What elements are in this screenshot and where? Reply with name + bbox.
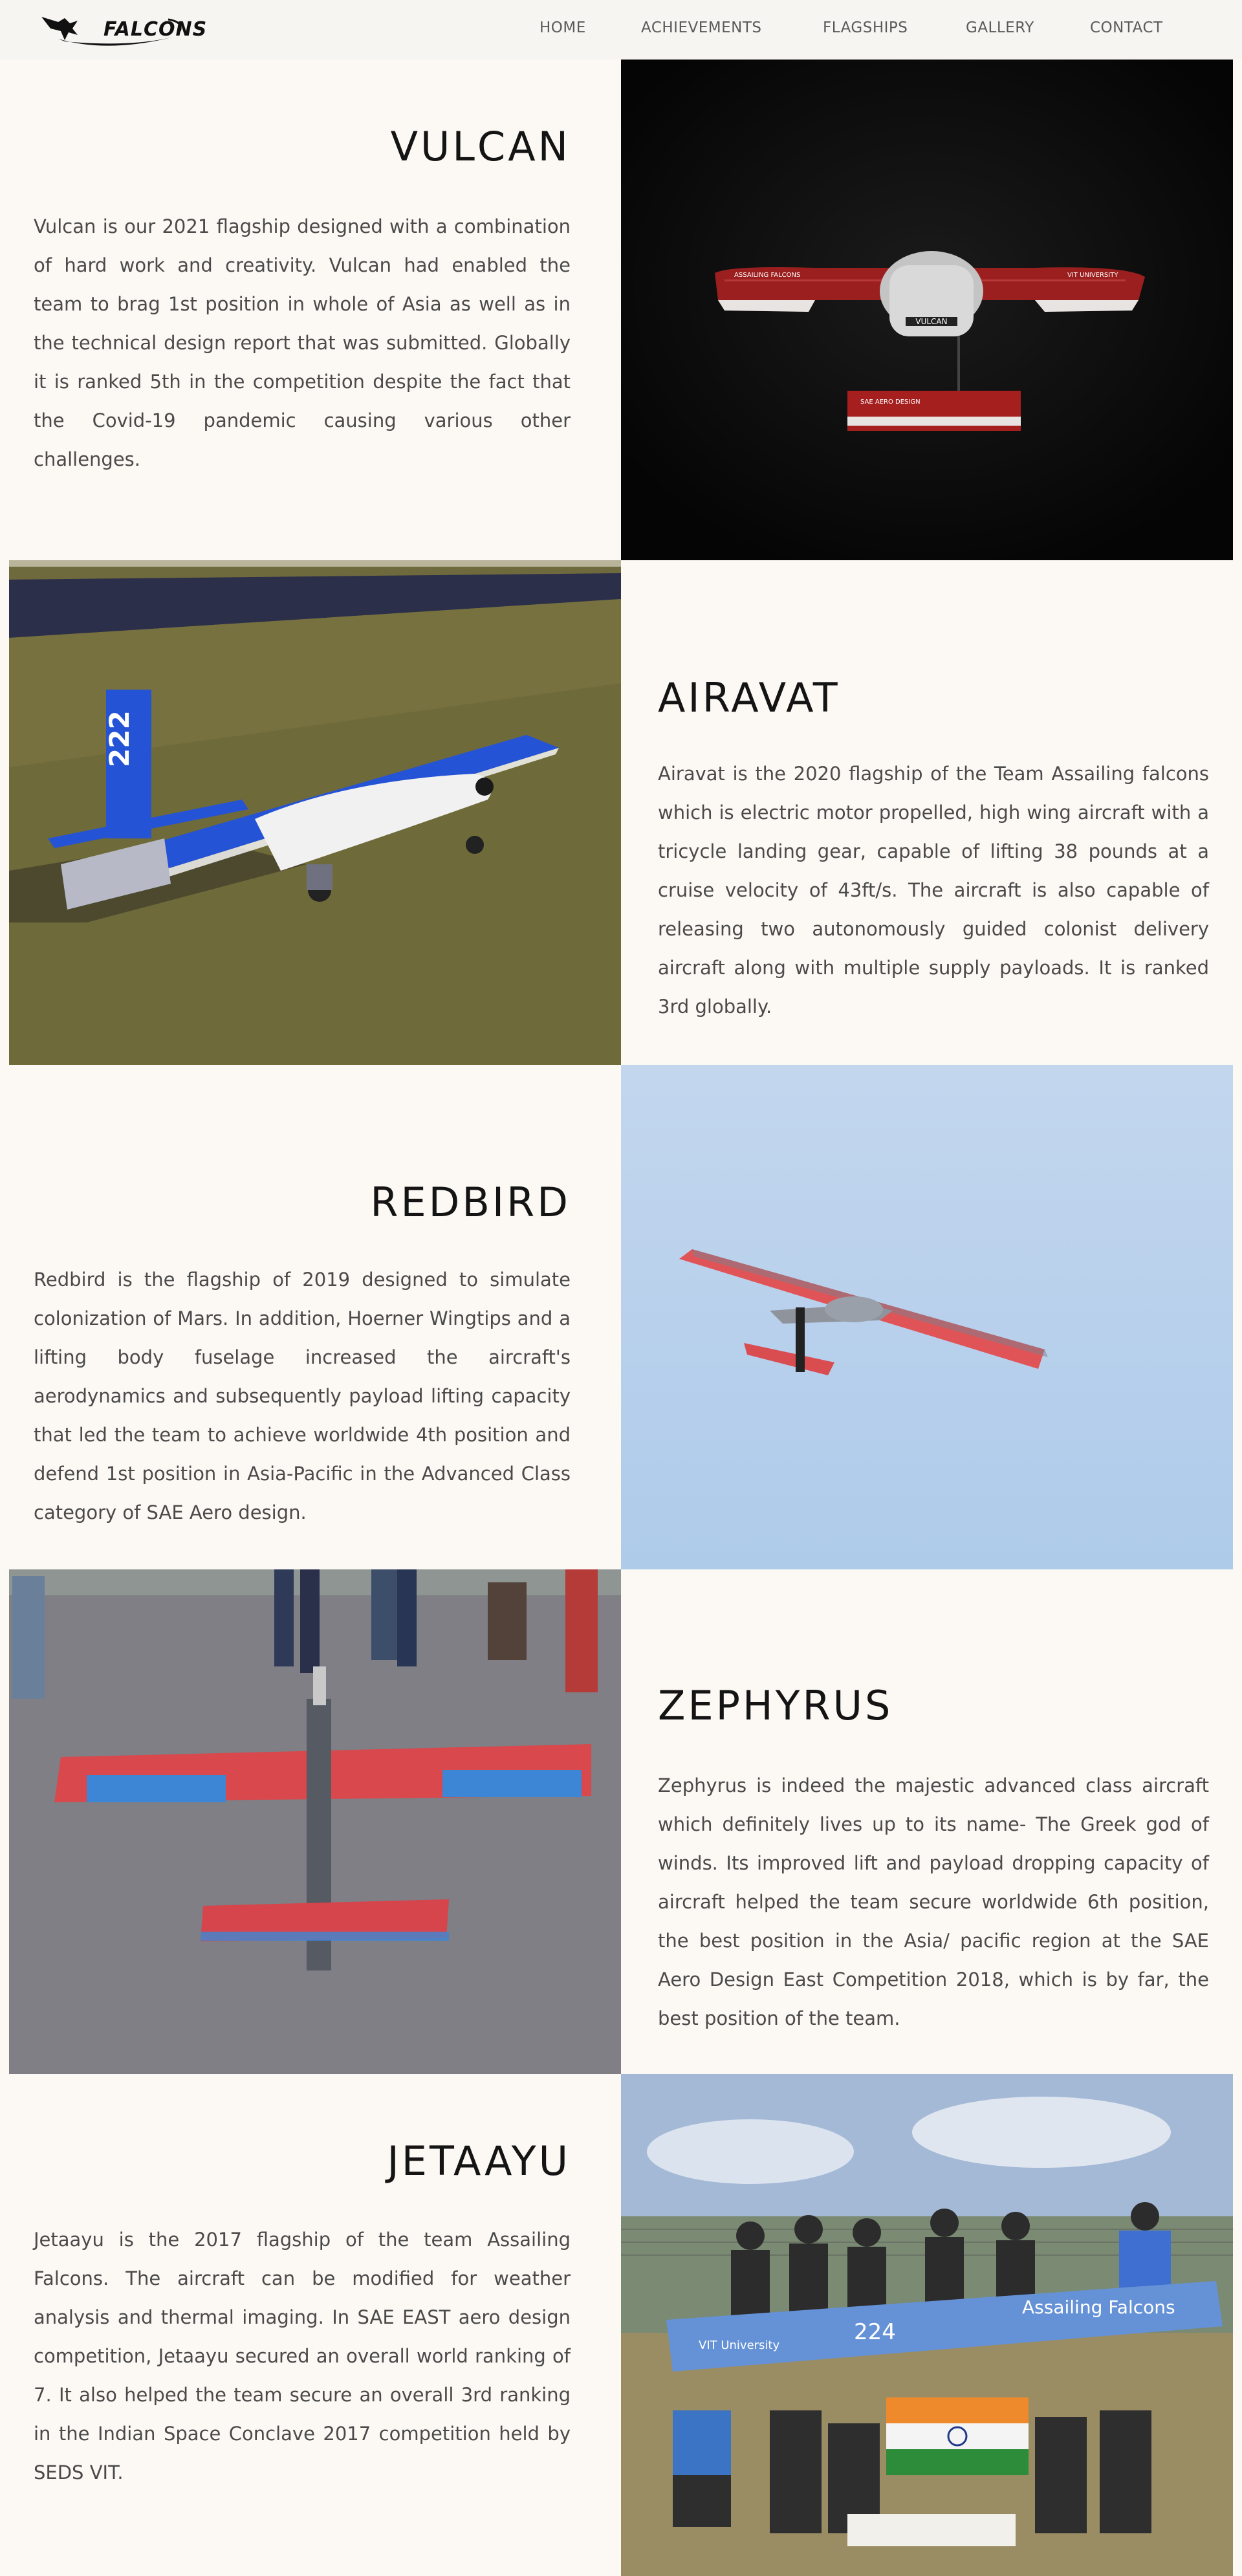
zephyrus-image [9,1569,621,2074]
airavat-description: Airavat is the 2020 flagship of the Team… [658,763,1209,1018]
jetaayu-description: Jetaayu is the 2017 flagship of the team… [34,2229,571,2483]
falcons-logo[interactable]: FALCONS [39,9,206,50]
jetaayu-text: JETAAYU Jetaayu is the 2017 flagship of … [9,2074,621,2576]
vulcan-tail-label: SAE AERO DESIGN [860,398,921,406]
redbird-title: REDBIRD [370,1179,571,1226]
vulcan-image: VULCAN ASSAILING FALCONS VIT UNIVERSITY … [621,60,1233,560]
flagship-redbird: REDBIRD Redbird is the flagship of 2019 … [9,1065,1233,1569]
flagship-airavat: 222 AIRAVAT Airavat is the 2020 flagship… [9,560,1233,1065]
vulcan-wing-left-label: ASSAILING FALCONS [734,272,800,279]
flagship-vulcan: VULCAN Vulcan is our 2021 flagship desig… [9,60,1233,560]
vulcan-fuselage-label: VULCAN [915,317,947,326]
redbird-text: REDBIRD Redbird is the flagship of 2019 … [9,1065,621,1569]
jetaayu-banner-text: Assailing Falcons [1022,2297,1175,2318]
flagship-jetaayu: JETAAYU Jetaayu is the 2017 flagship of … [9,2074,1233,2576]
zephyrus-text: ZEPHYRUS Zephyrus is indeed the majestic… [621,1569,1233,2074]
vulcan-wing-right-label: VIT UNIVERSITY [1067,272,1118,279]
nav-achievements[interactable]: ACHIEVEMENTS [641,19,762,36]
jetaayu-title: JETAAYU [387,2137,571,2185]
logo-text: FALCONS [104,18,208,41]
zephyrus-description: Zephyrus is indeed the majestic advanced… [658,1774,1209,2029]
nav-gallery[interactable]: GALLERY [966,19,1034,36]
vulcan-title: VULCAN [390,123,571,170]
zephyrus-title: ZEPHYRUS [658,1682,893,1729]
nav-home[interactable]: HOME [539,19,586,36]
airavat-title: AIRAVAT [658,674,840,721]
airavat-image: 222 [9,560,621,1065]
redbird-image [621,1065,1233,1569]
airavat-text: AIRAVAT Airavat is the 2020 flagship of … [621,560,1233,1065]
jetaayu-image: Assailing Falcons VIT University 224 [621,2074,1233,2576]
nav-contact[interactable]: CONTACT [1090,19,1163,36]
jetaayu-number-text: 224 [854,2319,896,2345]
flagship-zephyrus: ZEPHYRUS Zephyrus is indeed the majestic… [9,1569,1233,2074]
redbird-description: Redbird is the flagship of 2019 designed… [34,1269,571,1523]
top-navbar: FALCONS HOME ACHIEVEMENTS FLAGSHIPS GALL… [0,0,1242,60]
jetaayu-university-text: VIT University [699,2339,779,2352]
vulcan-description: Vulcan is our 2021 flagship designed wit… [34,215,571,470]
nav-flagships[interactable]: FLAGSHIPS [823,19,908,36]
airavat-tail-number: 222 [104,710,135,767]
vulcan-text: VULCAN Vulcan is our 2021 flagship desig… [9,60,621,560]
